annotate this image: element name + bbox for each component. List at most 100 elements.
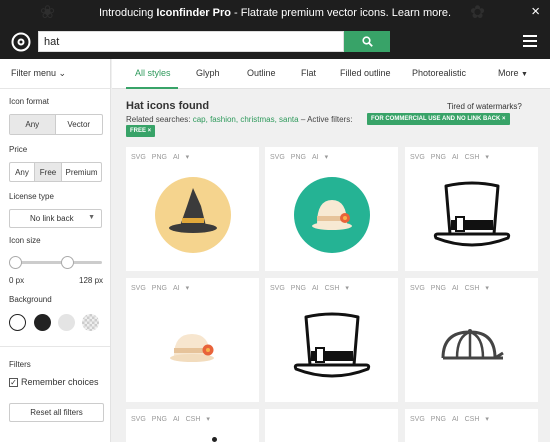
format-svg[interactable]: SVG — [270, 154, 285, 161]
license-type-select[interactable]: No link back ▼ — [9, 209, 102, 228]
page-title: Hat icons found — [126, 100, 210, 112]
related-search-cap[interactable]: cap, — [193, 115, 208, 124]
format-ai[interactable]: AI — [312, 154, 319, 161]
format-ai[interactable]: AI — [452, 154, 459, 161]
format-csh[interactable]: CSH — [465, 285, 480, 292]
related-searches-label: Related searches: — [126, 115, 191, 124]
doodle-icon: ✿ — [470, 2, 486, 22]
icon-format-label: Icon format — [9, 97, 50, 106]
tab-glyph[interactable]: Glyph — [196, 68, 220, 78]
tab-filled-outline[interactable]: Filled outline — [340, 68, 391, 78]
remember-choices-checkbox[interactable]: ✓ Remember choices — [9, 377, 99, 387]
format-options: SVG PNG AI ▾ — [131, 153, 195, 161]
promo-text[interactable]: Introducing Iconfinder Pro - Flatrate pr… — [99, 7, 451, 19]
witch-hat-icon — [126, 165, 259, 265]
icon-card[interactable]: SVG PNG AI CSH ▾ — [405, 278, 538, 402]
format-png[interactable]: PNG — [152, 154, 167, 161]
format-svg[interactable]: SVG — [131, 416, 146, 423]
related-search-christmas[interactable]: christmas, — [240, 115, 276, 124]
filter-badge-commercial[interactable]: FOR COMMERCIAL USE AND NO LINK BACK × — [367, 113, 510, 125]
format-dropdown-caret[interactable]: ▾ — [186, 285, 190, 292]
hamburger-menu-icon[interactable] — [523, 35, 537, 47]
format-png[interactable]: PNG — [431, 416, 446, 423]
icon-card[interactable] — [265, 409, 398, 442]
background-white-swatch[interactable] — [9, 314, 26, 331]
related-search-santa[interactable]: santa — [279, 115, 299, 124]
format-svg[interactable]: SVG — [270, 285, 285, 292]
format-dropdown-caret[interactable]: ▾ — [345, 285, 349, 292]
format-options: SVG PNG AI CSH ▾ — [410, 284, 495, 292]
icon-size-slider-track[interactable] — [15, 261, 102, 264]
format-csh[interactable]: CSH — [465, 154, 480, 161]
format-dropdown-caret[interactable]: ▾ — [206, 416, 210, 423]
reset-all-filters-button[interactable]: Reset all filters — [9, 403, 104, 422]
promo-brand: Iconfinder Pro — [156, 7, 231, 19]
icon-size-max-handle[interactable] — [61, 256, 74, 269]
format-csh[interactable]: CSH — [325, 285, 340, 292]
icon-card[interactable]: SVG PNG AI ▾ — [126, 278, 259, 402]
icon-size-min-handle[interactable] — [9, 256, 22, 269]
icon-card[interactable]: SVG PNG AI CSH ▾ — [265, 278, 398, 402]
related-searches: Related searches: cap, fashion, christma… — [126, 115, 352, 124]
tab-flat[interactable]: Flat — [301, 68, 316, 78]
search-input[interactable] — [38, 31, 344, 52]
format-svg[interactable]: SVG — [131, 285, 146, 292]
format-png[interactable]: PNG — [291, 154, 306, 161]
icon-format-any[interactable]: Any — [10, 115, 56, 134]
format-svg[interactable]: SVG — [410, 416, 425, 423]
icon-card[interactable]: SVG PNG AI CSH ▾ — [405, 147, 538, 271]
iconfinder-logo-icon[interactable] — [10, 31, 32, 53]
format-options: SVG PNG AI ▾ — [131, 284, 195, 292]
format-svg[interactable]: SVG — [410, 285, 425, 292]
format-ai[interactable]: AI — [452, 285, 459, 292]
tired-of-watermarks-link[interactable]: Tired of watermarks? — [447, 102, 522, 111]
close-icon[interactable]: × — [531, 3, 540, 20]
format-png[interactable]: PNG — [291, 285, 306, 292]
format-svg[interactable]: SVG — [131, 154, 146, 161]
format-dropdown-caret[interactable]: ▾ — [325, 154, 329, 161]
format-png[interactable]: PNG — [431, 154, 446, 161]
format-ai[interactable]: AI — [173, 154, 180, 161]
format-ai[interactable]: AI — [173, 285, 180, 292]
icon-card[interactable]: SVG PNG AI CSH ▾ — [126, 409, 259, 442]
icon-card[interactable]: SVG PNG AI ▾ — [265, 147, 398, 271]
icon-card[interactable]: SVG PNG AI CSH ▾ — [405, 409, 538, 442]
icon-format-vector[interactable]: Vector — [56, 115, 102, 134]
filter-menu-toggle[interactable]: Filter menu ⌄ — [11, 68, 66, 79]
remember-choices-label: Remember choices — [21, 377, 99, 387]
background-black-swatch[interactable] — [34, 314, 51, 331]
tab-photorealistic[interactable]: Photorealistic — [412, 68, 466, 78]
format-ai[interactable]: AI — [173, 416, 180, 423]
filter-badge-free[interactable]: FREE × — [126, 125, 156, 137]
filters-label: Filters — [9, 360, 31, 369]
cloche-hat-small-icon — [126, 296, 259, 396]
tab-more[interactable]: More ▼ — [498, 68, 528, 78]
search-icon — [361, 36, 373, 47]
price-premium[interactable]: Premium — [62, 163, 101, 181]
search-button[interactable] — [344, 31, 390, 52]
promo-banner[interactable]: ❀ ✿ Introducing Iconfinder Pro - Flatrat… — [0, 0, 550, 26]
format-csh[interactable]: CSH — [186, 416, 201, 423]
format-dropdown-caret[interactable]: ▾ — [485, 285, 489, 292]
format-png[interactable]: PNG — [152, 416, 167, 423]
format-dropdown-caret[interactable]: ▾ — [485, 416, 489, 423]
background-transparent-swatch[interactable] — [82, 314, 99, 331]
tab-all-styles[interactable]: All styles — [135, 68, 171, 78]
format-ai[interactable]: AI — [452, 416, 459, 423]
icon-card[interactable]: SVG PNG AI ▾ — [126, 147, 259, 271]
checkmark-icon: ✓ — [9, 377, 18, 387]
format-ai[interactable]: AI — [312, 285, 319, 292]
price-any[interactable]: Any — [10, 163, 35, 181]
format-png[interactable]: PNG — [152, 285, 167, 292]
format-dropdown-caret[interactable]: ▾ — [186, 154, 190, 161]
format-svg[interactable]: SVG — [410, 154, 425, 161]
related-search-fashion[interactable]: fashion, — [210, 115, 238, 124]
format-dropdown-caret[interactable]: ▾ — [485, 154, 489, 161]
format-png[interactable]: PNG — [431, 285, 446, 292]
background-gray-swatch[interactable] — [58, 314, 75, 331]
tab-outline[interactable]: Outline — [247, 68, 276, 78]
background-label: Background — [9, 295, 52, 304]
price-free[interactable]: Free — [35, 163, 62, 181]
format-options: SVG PNG AI ▾ — [270, 153, 334, 161]
format-csh[interactable]: CSH — [465, 416, 480, 423]
